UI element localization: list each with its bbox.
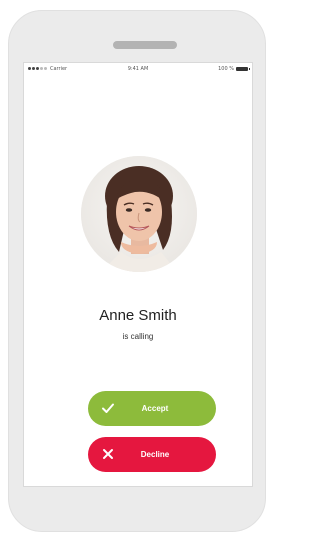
accept-button[interactable]: Accept — [88, 391, 216, 426]
phone-screen: Carrier 9:41 AM 100 % Anne Smith is call… — [23, 62, 253, 487]
caller-photo — [81, 156, 197, 272]
caller-avatar — [81, 156, 197, 272]
battery-percent: 100 % — [218, 66, 234, 72]
close-icon — [103, 449, 113, 459]
phone-speaker — [113, 41, 177, 49]
phone-frame: Carrier 9:41 AM 100 % Anne Smith is call… — [8, 10, 266, 532]
checkmark-icon — [102, 403, 114, 413]
home-button-area — [23, 487, 253, 533]
battery-icon — [236, 67, 250, 71]
caller-status: is calling — [122, 332, 154, 341]
status-bar: Carrier 9:41 AM 100 % — [24, 63, 252, 75]
status-right: 100 % — [218, 66, 250, 72]
caller-name: Anne Smith — [99, 307, 177, 324]
decline-button[interactable]: Decline — [88, 437, 216, 472]
